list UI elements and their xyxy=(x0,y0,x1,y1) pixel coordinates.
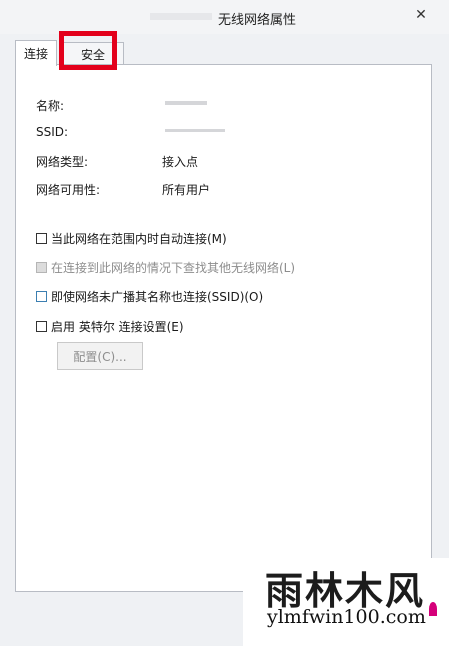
name-label: 名称: xyxy=(36,99,65,113)
redacted-network-name xyxy=(150,13,212,20)
intel-settings-label: 启用 英特尔 连接设置(E) xyxy=(51,320,184,334)
close-button[interactable]: ✕ xyxy=(404,5,438,25)
connect-hidden-option[interactable]: 即使网络未广播其名称也连接(SSID)(O) xyxy=(36,288,263,305)
intel-settings-option[interactable]: 启用 英特尔 连接设置(E) xyxy=(36,318,184,335)
watermark: 雨林木风 ylmfwin100.com xyxy=(243,558,449,646)
auto-connect-checkbox[interactable] xyxy=(36,233,47,244)
look-for-other-option: 在连接到此网络的情况下查找其他无线网络(L) xyxy=(36,259,295,276)
network-type-value: 接入点 xyxy=(162,155,199,169)
connect-hidden-label: 即使网络未广播其名称也连接(SSID)(O) xyxy=(51,290,264,304)
redacted-ssid-value xyxy=(165,129,225,132)
redacted-name-value xyxy=(165,101,207,105)
tab-connection[interactable]: 连接 xyxy=(15,40,58,66)
look-for-other-label: 在连接到此网络的情况下查找其他无线网络(L) xyxy=(51,261,296,275)
watermark-pink-mark xyxy=(429,602,437,616)
auto-connect-label: 当此网络在范围内时自动连接(M) xyxy=(51,232,227,246)
watermark-url: ylmfwin100.com xyxy=(267,606,426,628)
connect-hidden-checkbox[interactable] xyxy=(36,291,47,302)
configure-button: 配置(C)... xyxy=(57,342,143,370)
configure-button-label: 配置(C)... xyxy=(73,349,127,364)
close-icon: ✕ xyxy=(415,7,427,23)
auto-connect-option[interactable]: 当此网络在范围内时自动连接(M) xyxy=(36,230,227,247)
network-type-label: 网络类型: xyxy=(36,155,89,169)
intel-settings-checkbox[interactable] xyxy=(36,321,47,332)
availability-label: 网络可用性: xyxy=(36,183,101,197)
ssid-label: SSID: xyxy=(36,125,69,139)
availability-value: 所有用户 xyxy=(162,183,211,197)
tab-security[interactable]: 安全 xyxy=(62,42,124,65)
look-for-other-checkbox xyxy=(36,262,47,273)
tab-connection-label: 连接 xyxy=(24,47,49,61)
window-title: 无线网络属性 xyxy=(218,13,297,28)
tab-security-label: 安全 xyxy=(80,47,105,62)
title-bar: 无线网络属性 ✕ xyxy=(0,0,449,34)
